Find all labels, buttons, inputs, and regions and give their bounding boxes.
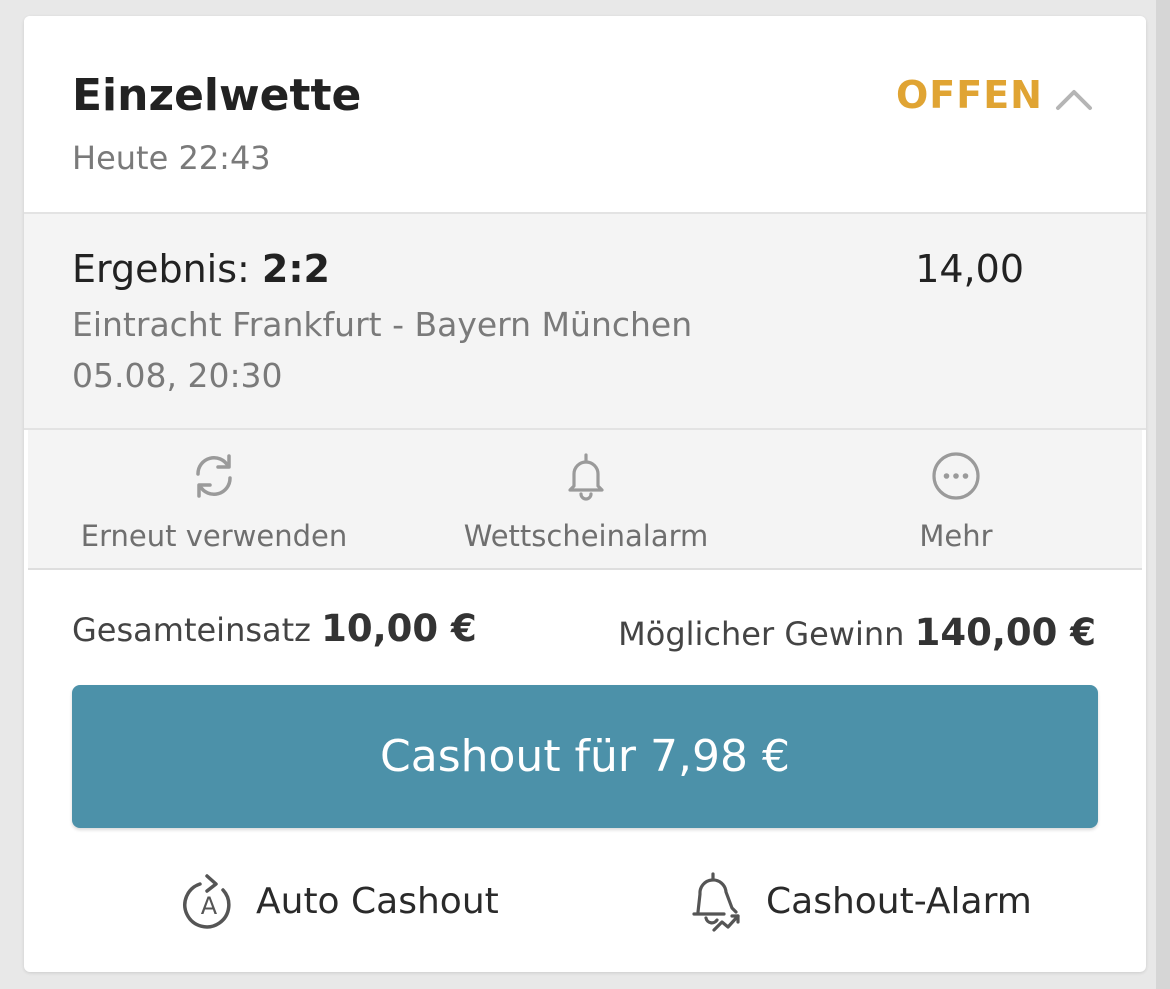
background-edge bbox=[1156, 0, 1170, 989]
bet-type-title: Einzelwette bbox=[72, 70, 362, 121]
event-name: Eintracht Frankfurt - Bayern München bbox=[72, 305, 693, 344]
bet-alarm-button[interactable]: Wettscheinalarm bbox=[400, 430, 772, 568]
cashout-alarm-label: Cashout-Alarm bbox=[766, 881, 1032, 922]
win-value: 140,00 € bbox=[914, 611, 1096, 654]
event-date: 05.08, 20:30 bbox=[72, 356, 283, 395]
cashout-alarm-icon bbox=[692, 872, 740, 932]
cashout-button[interactable]: Cashout für 7,98 € bbox=[72, 685, 1098, 828]
market-value: 2:2 bbox=[261, 247, 330, 291]
more-label: Mehr bbox=[919, 519, 993, 553]
bet-selection: Ergebnis: 2:2 14,00 Eintracht Frankfurt … bbox=[24, 214, 1146, 430]
market-label: Ergebnis: bbox=[72, 247, 250, 291]
refresh-icon bbox=[196, 454, 232, 498]
reuse-button[interactable]: Erneut verwenden bbox=[28, 430, 400, 568]
more-button[interactable]: Mehr bbox=[770, 430, 1142, 568]
win-label: Möglicher Gewinn bbox=[618, 615, 905, 653]
status-badge: OFFEN bbox=[896, 73, 1043, 117]
more-icon bbox=[932, 452, 980, 500]
svg-text:A: A bbox=[201, 892, 218, 920]
bet-card: Einzelwette Heute 22:43 OFFEN Ergebnis: … bbox=[24, 16, 1146, 972]
possible-win: Möglicher Gewinn 140,00 € bbox=[618, 614, 1096, 651]
stake-label: Gesamteinsatz bbox=[72, 611, 311, 649]
bet-header[interactable]: Einzelwette Heute 22:43 OFFEN bbox=[24, 16, 1146, 214]
cashout-alarm-button[interactable]: Cashout-Alarm bbox=[686, 866, 1032, 946]
bet-totals: Gesamteinsatz 10,00 € Möglicher Gewinn 1… bbox=[24, 570, 1146, 680]
bell-icon bbox=[568, 453, 604, 501]
market-line: Ergebnis: 2:2 bbox=[72, 250, 330, 288]
chevron-up-icon[interactable] bbox=[1054, 86, 1094, 112]
action-bar: Erneut verwenden Wettscheinalarm Mehr bbox=[28, 430, 1142, 570]
bet-alarm-label: Wettscheinalarm bbox=[463, 519, 709, 553]
auto-cashout-icon: A bbox=[183, 874, 231, 929]
bet-timestamp: Heute 22:43 bbox=[72, 139, 271, 177]
stake-value: 10,00 € bbox=[321, 607, 477, 650]
auto-cashout-button[interactable]: A Auto Cashout bbox=[176, 866, 499, 946]
reuse-label: Erneut verwenden bbox=[80, 519, 348, 553]
odds-value: 14,00 bbox=[915, 247, 1024, 291]
auto-cashout-label: Auto Cashout bbox=[256, 881, 499, 922]
total-stake: Gesamteinsatz 10,00 € bbox=[72, 610, 477, 647]
